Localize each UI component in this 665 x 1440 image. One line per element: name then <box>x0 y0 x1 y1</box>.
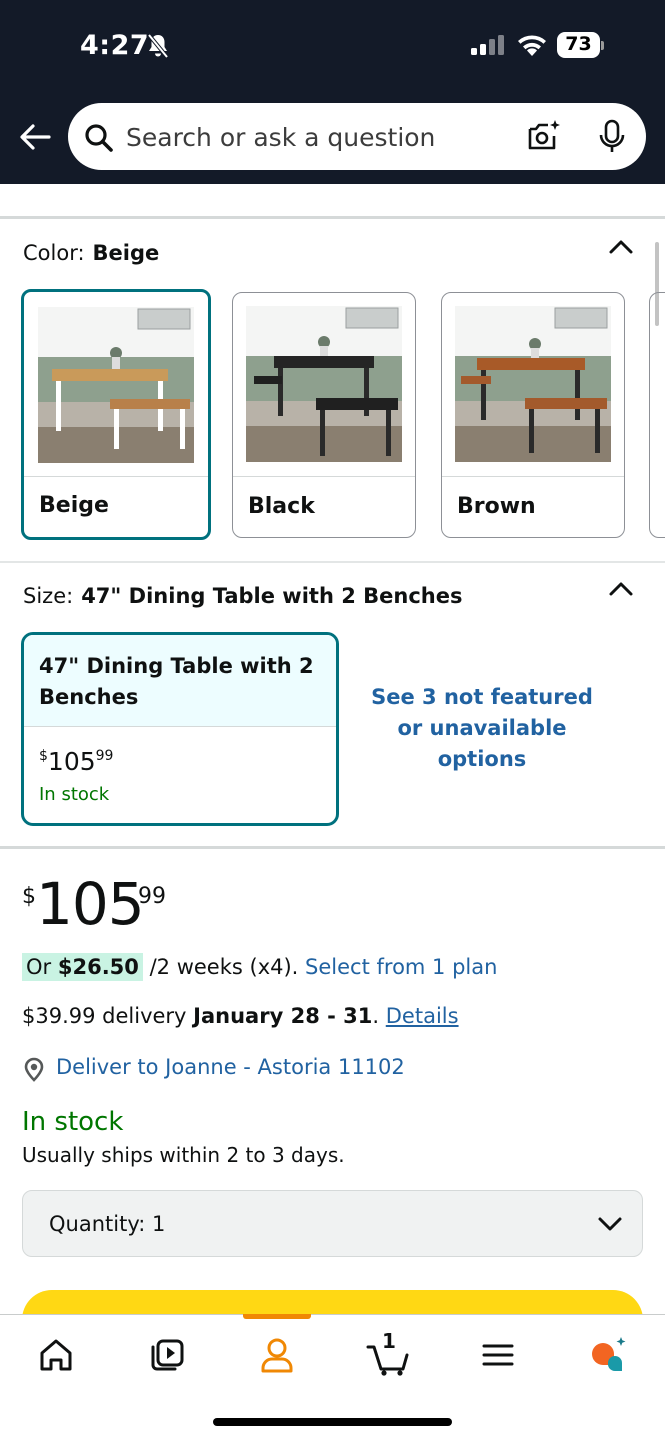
quantity-selector[interactable]: Quantity: 1 <box>22 1190 643 1257</box>
shipping-note: Usually ships within 2 to 3 days. <box>22 1143 345 1167</box>
collapse-color-chevron-icon[interactable] <box>608 238 634 256</box>
see-unavailable-options-link[interactable]: See 3 not featured or unavailable option… <box>362 682 602 775</box>
delivery-dates: January 28 - 31 <box>193 1004 373 1028</box>
rufus-assistant-icon[interactable] <box>586 1333 630 1377</box>
delivery-details-link[interactable]: Details <box>386 1004 459 1028</box>
color-option-more[interactable] <box>649 292 665 538</box>
chevron-down-icon <box>598 1217 622 1231</box>
quantity-label: Quantity: 1 <box>49 1212 166 1236</box>
collapse-size-chevron-icon[interactable] <box>608 580 634 598</box>
silent-bell-icon <box>147 33 169 59</box>
color-option-label: Black <box>248 494 315 519</box>
delivery-info: $39.99 delivery January 28 - 31. Details <box>22 1004 459 1028</box>
selected-color-value: Beige <box>92 241 160 265</box>
section-divider <box>0 561 665 563</box>
color-option-label: Beige <box>39 493 109 518</box>
home-icon[interactable] <box>34 1333 78 1377</box>
size-option-name: 47" Dining Table with 2 Benches <box>39 654 314 709</box>
cart-count: 1 <box>382 1329 396 1353</box>
microphone-icon[interactable] <box>598 119 626 155</box>
camera-search-icon[interactable] <box>526 119 562 153</box>
color-option-label: Brown <box>457 494 536 519</box>
battery-level: 73 <box>565 33 592 55</box>
size-option-47in-2-benches[interactable]: 47" Dining Table with 2 Benches $10599 I… <box>21 632 339 826</box>
color-option-brown[interactable]: Brown <box>441 292 625 538</box>
select-plan-link[interactable]: Select from 1 plan <box>305 955 497 979</box>
section-divider <box>0 846 665 849</box>
active-tab-indicator <box>243 1314 311 1319</box>
search-icon <box>85 124 113 152</box>
color-option-black[interactable]: Black <box>232 292 416 538</box>
size-selector-label: Size: 47" Dining Table with 2 Benches <box>23 584 463 608</box>
menu-icon[interactable] <box>476 1333 520 1377</box>
deliver-to-location[interactable]: Deliver to Joanne - Astoria 11102 <box>22 1055 405 1082</box>
account-icon[interactable] <box>255 1333 299 1377</box>
search-bar[interactable] <box>68 103 646 170</box>
video-icon[interactable] <box>144 1333 188 1377</box>
status-time: 4:27 <box>80 30 150 61</box>
back-arrow-icon[interactable] <box>18 122 52 152</box>
black-table-thumbnail <box>246 306 402 462</box>
home-indicator <box>213 1418 452 1426</box>
section-divider <box>0 216 665 219</box>
app-header: 4:27 73 <box>0 0 665 184</box>
battery-indicator: 73 <box>557 32 604 58</box>
cellular-signal-icon <box>471 35 504 55</box>
size-option-stock: In stock <box>39 784 110 805</box>
size-option-price: $10599 <box>39 747 114 776</box>
selected-size-value: 47" Dining Table with 2 Benches <box>81 584 463 608</box>
beige-table-thumbnail <box>38 307 194 463</box>
wifi-icon <box>518 35 546 56</box>
brown-table-thumbnail <box>455 306 611 462</box>
color-option-beige[interactable]: Beige <box>21 289 211 540</box>
installment-amount-badge: Or $26.50 <box>22 953 143 981</box>
availability-status: In stock <box>22 1107 124 1137</box>
installment-plan: Or $26.50 /2 weeks (x4). Select from 1 p… <box>22 953 497 981</box>
location-pin-icon <box>24 1057 44 1082</box>
search-input[interactable] <box>126 118 506 156</box>
color-selector-label: Color: Beige <box>23 241 160 265</box>
